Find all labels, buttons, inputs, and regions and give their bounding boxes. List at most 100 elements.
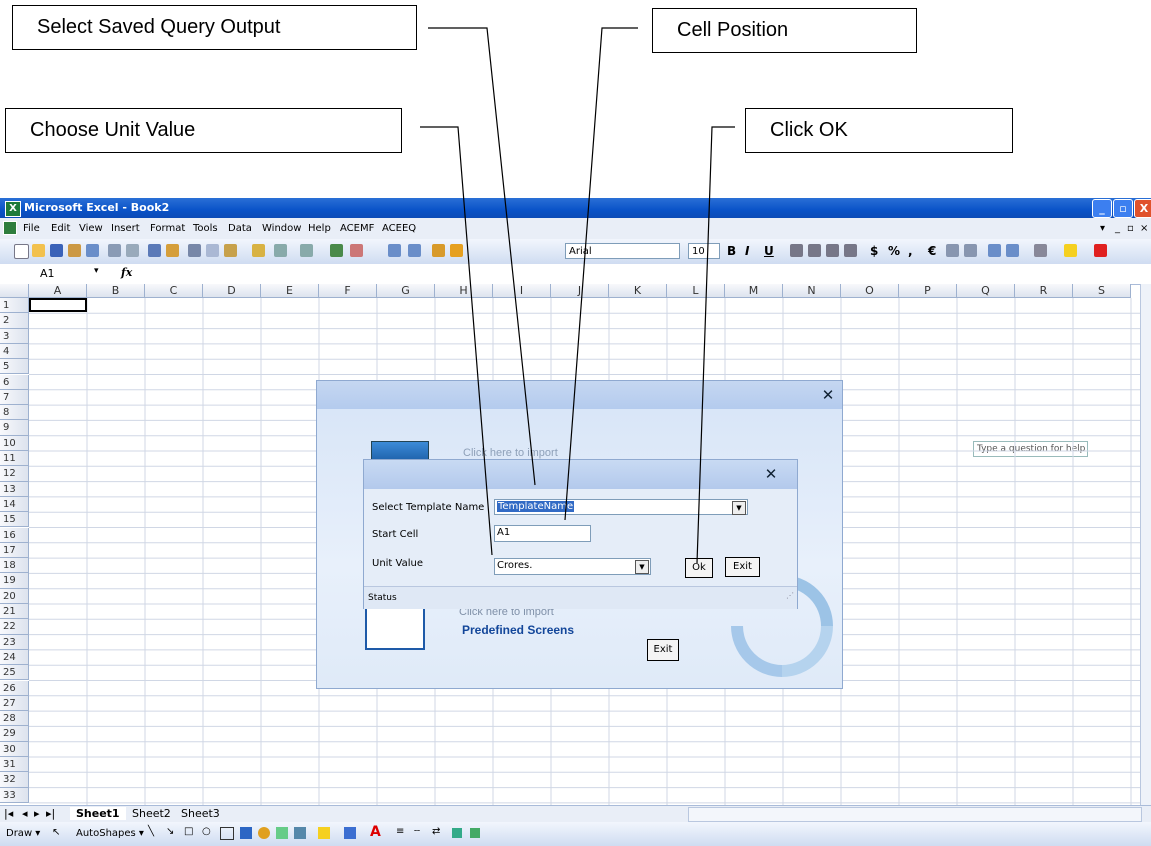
template-name-select[interactable]: TemplateName ▼: [494, 499, 748, 515]
close-button[interactable]: X: [1134, 199, 1151, 218]
drawing-icon[interactable]: [450, 244, 463, 257]
picture-icon[interactable]: [294, 827, 306, 839]
underline-button[interactable]: U: [764, 244, 774, 258]
increase-indent-icon[interactable]: [1006, 244, 1019, 257]
sort-desc-icon[interactable]: [408, 244, 421, 257]
column-header-k[interactable]: K: [609, 284, 667, 298]
column-header-a[interactable]: A: [29, 284, 87, 298]
import-dialog-close-button[interactable]: ✕: [819, 386, 837, 404]
menu-insert[interactable]: Insert: [111, 223, 140, 234]
column-header-m[interactable]: M: [725, 284, 783, 298]
column-header-p[interactable]: P: [899, 284, 957, 298]
italic-button[interactable]: I: [745, 244, 749, 258]
column-header-l[interactable]: L: [667, 284, 725, 298]
menu-aceeq[interactable]: ACEEQ: [382, 223, 416, 234]
row-header-23[interactable]: 23: [0, 634, 29, 650]
cut-icon[interactable]: [188, 244, 201, 257]
oval-icon[interactable]: ○: [202, 826, 211, 837]
row-header-26[interactable]: 26: [0, 680, 29, 696]
autosum-icon[interactable]: [350, 244, 363, 257]
row-header-31[interactable]: 31: [0, 757, 29, 773]
row-header-13[interactable]: 13: [0, 481, 29, 497]
currency-button[interactable]: $: [870, 244, 878, 258]
column-header-o[interactable]: O: [841, 284, 899, 298]
start-cell-input[interactable]: A1: [494, 525, 591, 542]
textbox-icon[interactable]: [220, 827, 234, 840]
paste-icon[interactable]: [224, 244, 237, 257]
template-dropdown-icon[interactable]: ▼: [732, 501, 746, 515]
last-sheet-icon[interactable]: ▸|: [46, 807, 55, 820]
row-header-3[interactable]: 3: [0, 328, 29, 344]
row-header-2[interactable]: 2: [0, 313, 29, 329]
column-header-i[interactable]: I: [493, 284, 551, 298]
permission-icon[interactable]: [68, 244, 81, 257]
row-header-6[interactable]: 6: [0, 374, 29, 390]
name-box-dropdown-icon[interactable]: ▾: [94, 266, 99, 276]
dash-style-icon[interactable]: ┄: [414, 826, 420, 837]
line-color-icon[interactable]: [344, 827, 356, 839]
row-header-1[interactable]: 1: [0, 298, 29, 314]
next-sheet-icon[interactable]: ▸: [34, 807, 40, 820]
row-header-30[interactable]: 30: [0, 741, 29, 757]
save-icon[interactable]: [50, 244, 63, 257]
menu-window[interactable]: Window: [262, 223, 301, 234]
euro-button[interactable]: €: [928, 244, 936, 258]
spelling-icon[interactable]: [148, 244, 161, 257]
row-header-32[interactable]: 32: [0, 772, 29, 788]
row-header-24[interactable]: 24: [0, 649, 29, 666]
horizontal-scrollbar[interactable]: [688, 807, 1142, 822]
bold-button[interactable]: B: [727, 244, 736, 258]
column-header-n[interactable]: N: [783, 284, 841, 298]
row-header-22[interactable]: 22: [0, 619, 29, 635]
minimize-button[interactable]: _: [1092, 199, 1112, 218]
row-header-29[interactable]: 29: [0, 726, 29, 742]
increase-decimal-icon[interactable]: [946, 244, 959, 257]
row-header-11[interactable]: 11: [0, 451, 29, 467]
row-header-7[interactable]: 7: [0, 389, 29, 406]
menu-tools[interactable]: Tools: [193, 223, 218, 234]
import-link-text-1[interactable]: Click here to import: [463, 447, 558, 459]
tab-sheet3[interactable]: Sheet3: [175, 807, 226, 820]
align-center-icon[interactable]: [808, 244, 821, 257]
unit-value-select[interactable]: Crores. ▼: [494, 558, 651, 575]
row-header-4[interactable]: 4: [0, 343, 29, 360]
align-right-icon[interactable]: [826, 244, 839, 257]
new-icon[interactable]: [14, 244, 29, 259]
decrease-decimal-icon[interactable]: [964, 244, 977, 257]
first-sheet-icon[interactable]: |◂: [4, 807, 13, 820]
column-header-h[interactable]: H: [435, 284, 493, 298]
rectangle-icon[interactable]: □: [184, 826, 193, 837]
format-painter-icon[interactable]: [252, 244, 265, 257]
print-preview-icon[interactable]: [126, 244, 139, 257]
percent-button[interactable]: %: [888, 244, 900, 258]
row-header-28[interactable]: 28: [0, 711, 29, 727]
vertical-scrollbar[interactable]: [1140, 284, 1151, 806]
row-header-17[interactable]: 17: [0, 542, 29, 559]
tab-sheet1[interactable]: Sheet1: [70, 807, 126, 820]
borders-icon[interactable]: [1034, 244, 1047, 257]
draw-font-color-icon[interactable]: A: [370, 824, 381, 840]
merge-center-icon[interactable]: [844, 244, 857, 257]
row-header-5[interactable]: 5: [0, 359, 29, 375]
active-cell-a1[interactable]: [29, 298, 87, 312]
restore-button[interactable]: ▫: [1113, 199, 1133, 218]
sort-asc-icon[interactable]: [388, 244, 401, 257]
menu-file[interactable]: File: [23, 223, 40, 234]
3d-icon[interactable]: [470, 828, 480, 838]
draw-fill-color-icon[interactable]: [318, 827, 330, 839]
column-header-j[interactable]: J: [551, 284, 609, 298]
clipart-icon[interactable]: [276, 827, 288, 839]
decrease-indent-icon[interactable]: [988, 244, 1001, 257]
comma-button[interactable]: ,: [908, 244, 913, 258]
template-exit-button[interactable]: Exit: [725, 557, 760, 577]
line-icon[interactable]: ╲: [148, 826, 154, 837]
column-header-r[interactable]: R: [1015, 284, 1073, 298]
predefined-screens-icon[interactable]: [365, 606, 425, 650]
hyperlink-icon[interactable]: [330, 244, 343, 257]
column-header-e[interactable]: E: [261, 284, 319, 298]
column-header-s[interactable]: S: [1073, 284, 1131, 298]
menu-view[interactable]: View: [79, 223, 103, 234]
autoshapes-menu[interactable]: AutoShapes ▾: [76, 828, 144, 839]
predefined-screens-link[interactable]: Predefined Screens: [462, 623, 574, 637]
row-header-20[interactable]: 20: [0, 588, 29, 604]
